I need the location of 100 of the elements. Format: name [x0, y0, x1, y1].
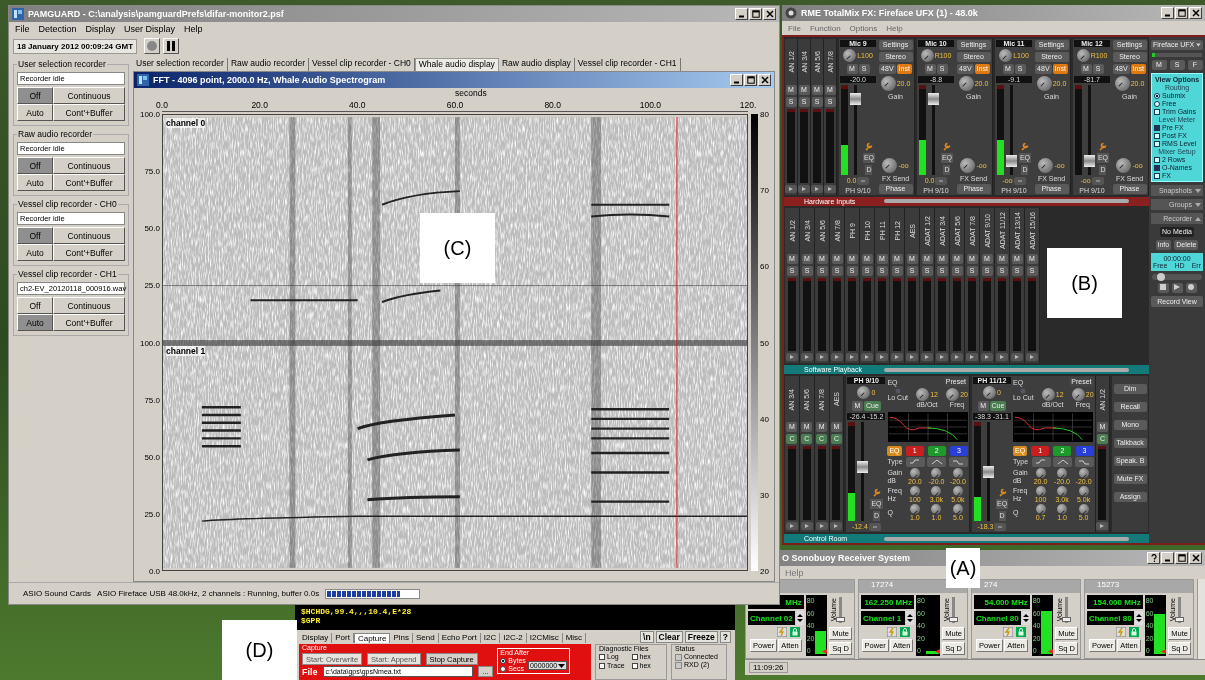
close-button[interactable] [763, 8, 776, 20]
slider-handle[interactable] [1061, 616, 1071, 622]
knob[interactable] [857, 386, 871, 400]
knob[interactable] [1071, 388, 1085, 402]
menu-item[interactable]: File [15, 24, 30, 34]
mode-button[interactable]: Auto [17, 104, 53, 121]
filter-type-button[interactable] [1031, 457, 1051, 468]
slider-handle[interactable] [835, 616, 845, 622]
close-button[interactable] [758, 74, 771, 86]
strip-arrow-button[interactable] [786, 353, 798, 362]
knob[interactable] [958, 76, 974, 91]
fader-handle[interactable] [982, 465, 994, 478]
knob[interactable] [916, 388, 930, 402]
checkbox[interactable] [1154, 124, 1160, 131]
fader-handle[interactable] [1005, 154, 1017, 167]
strip-arrow-button[interactable] [815, 522, 828, 530]
strip-arrow-button[interactable] [801, 353, 813, 362]
filter-type-button[interactable] [927, 457, 947, 468]
scrollbar[interactable] [884, 536, 1129, 541]
toolbar-button[interactable]: \n [640, 631, 654, 643]
knob[interactable] [1076, 49, 1090, 62]
filter-type-button[interactable] [1053, 457, 1073, 468]
checkbox[interactable] [1154, 140, 1160, 147]
strip-arrow-button[interactable] [966, 353, 978, 362]
menu-item[interactable]: File [788, 23, 801, 33]
minimize-button[interactable] [735, 8, 748, 20]
fader-handle[interactable] [1083, 154, 1095, 167]
knob[interactable] [1035, 468, 1046, 479]
tab[interactable]: Vessel clip recorder - CH0 [309, 58, 415, 71]
maximize-button[interactable] [1175, 7, 1188, 19]
tab[interactable]: Vessel clip recorder - CH1 [574, 58, 681, 71]
knob[interactable] [909, 504, 920, 515]
checkbox[interactable] [1154, 172, 1160, 179]
tab[interactable]: Whale audio display [414, 58, 499, 71]
mode-button[interactable]: Off [17, 297, 53, 314]
strip-arrow-button[interactable] [785, 522, 798, 530]
strip-arrow-button[interactable] [816, 353, 828, 362]
radio-button[interactable] [500, 658, 507, 664]
tab[interactable]: Capture [353, 633, 391, 643]
mode-button[interactable]: Off [17, 87, 53, 104]
tab[interactable]: Misc [562, 633, 587, 643]
strip-arrow-button[interactable] [800, 522, 813, 530]
link-button[interactable] [935, 176, 948, 185]
mode-button[interactable]: Cont'+Buffer [53, 174, 125, 191]
tab[interactable]: Send [412, 633, 439, 643]
knob[interactable] [1057, 504, 1068, 515]
checkbox[interactable] [1154, 156, 1160, 163]
tab[interactable]: I2C [480, 633, 501, 643]
strip-arrow-button[interactable] [906, 353, 918, 362]
strip-arrow-button[interactable] [936, 353, 948, 362]
help-button[interactable] [1147, 552, 1160, 564]
toolbar-button[interactable]: Freeze [684, 631, 718, 643]
scrollbar[interactable] [884, 199, 1129, 204]
knob[interactable] [1116, 157, 1132, 173]
knob[interactable] [1036, 76, 1052, 91]
strip-arrow-button[interactable] [785, 184, 797, 193]
strip-arrow-button[interactable] [891, 353, 903, 362]
scrollbar[interactable] [1197, 579, 1205, 659]
filter-type-button[interactable] [905, 457, 925, 468]
checkbox[interactable] [631, 654, 638, 660]
tab[interactable]: User selection recorder [133, 58, 228, 71]
mode-button[interactable]: Cont'+Buffer [53, 314, 125, 331]
strip-arrow-button[interactable] [830, 522, 843, 530]
tab[interactable]: Pins [390, 633, 413, 643]
radio-button[interactable] [500, 666, 507, 672]
record-button[interactable] [1185, 283, 1197, 293]
fader-handle[interactable] [857, 461, 869, 474]
tab[interactable]: I2CMisc [526, 633, 563, 643]
slider-handle[interactable] [948, 616, 958, 622]
maximize-button[interactable] [1175, 552, 1188, 564]
checkbox[interactable] [599, 654, 605, 660]
mode-button[interactable]: Cont'+Buffer [53, 104, 125, 121]
maximize-button[interactable] [749, 8, 762, 20]
mode-button[interactable]: Cont'+Buffer [53, 244, 125, 261]
strip-arrow-button[interactable] [1096, 522, 1109, 530]
position-slider-handle[interactable] [1157, 273, 1166, 281]
knob[interactable] [1114, 76, 1130, 91]
strip-arrow-button[interactable] [831, 353, 843, 362]
strip-arrow-button[interactable] [811, 184, 823, 193]
menu-item[interactable]: Help [886, 23, 903, 33]
mode-button[interactable]: Continuous [53, 227, 125, 244]
minimize-button[interactable] [1161, 552, 1174, 564]
knob[interactable] [983, 386, 996, 400]
menu-item[interactable]: Options [849, 23, 878, 33]
knob[interactable] [952, 468, 963, 479]
mode-button[interactable]: Continuous [53, 87, 125, 104]
mode-button[interactable]: Continuous [53, 157, 125, 174]
radio-button[interactable] [1154, 92, 1160, 99]
mode-button[interactable]: Auto [17, 244, 53, 261]
knob[interactable] [909, 486, 920, 497]
filter-type-button[interactable] [1074, 457, 1094, 468]
knob[interactable] [1057, 486, 1068, 497]
knob[interactable] [931, 486, 942, 497]
mode-button[interactable]: Off [17, 157, 53, 174]
knob[interactable] [960, 157, 976, 173]
strip-arrow-button[interactable] [951, 353, 963, 362]
toolbar-button[interactable]: Clear [655, 631, 683, 643]
strip-arrow-button[interactable] [824, 184, 836, 193]
strip-arrow-button[interactable] [921, 353, 933, 362]
tab[interactable]: Display [299, 633, 333, 643]
